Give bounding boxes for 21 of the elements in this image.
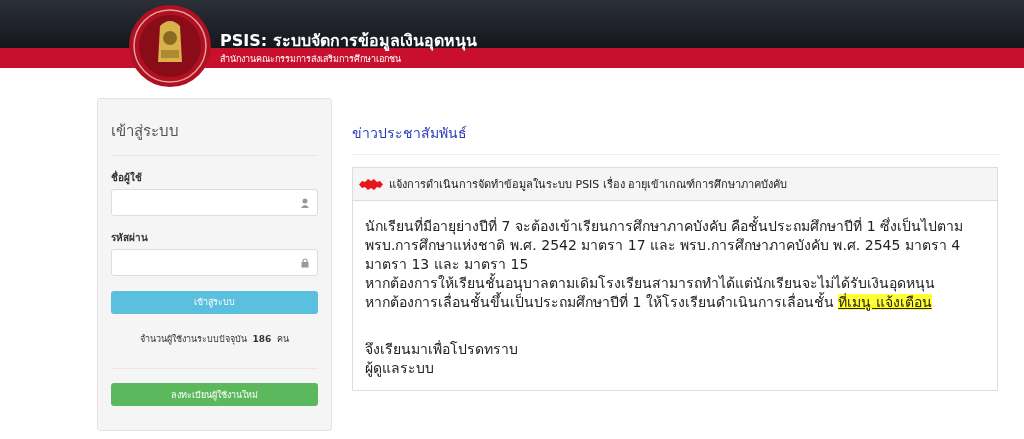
notice-paragraph: หากต้องการให้เรียนชั้นอนุบาลตามเดิมโรงเรียนสามารถทำได้แต่นักเรียนจะไม่ได้รับเงินอุดหนุน	[365, 274, 936, 292]
username-field[interactable]	[111, 189, 318, 216]
register-button[interactable]: ลงทะเบียนผู้ใช้งานใหม่	[111, 383, 318, 406]
closing-line: จึงเรียนมาเพื่อโปรดทราบ	[365, 340, 519, 359]
field-label: รหัสผ่าน	[111, 231, 149, 245]
app-title: PSIS: ระบบจัดการข้อมูลเงินอุดหนุน	[220, 30, 477, 53]
notice-title: แจ้งการดำเนินการจัดทำข้อมูลในระบบ PSIS เรื่อง อายุเข้าเกณฑ์การศึกษาภาคบังคับ	[389, 175, 788, 193]
agency-subtitle: สำนักงานคณะกรรมการส่งเสริมการศึกษาเอกชน	[220, 53, 401, 66]
notice-paragraph: นักเรียนที่มีอายุย่างปีที่ 7 จะต้องเข้าเรียนการศึกษาภาคบังคับ คือชั้นประถมศึกษาปีที่ 1 ซึ่งเป็นไปตาม พรบ.การศึกษาแห่งชาติ พ.ศ. 2542 มาตรา 17 และ พรบ.การศึกษาภาคบังคับ พ.ศ. 2545 มาตรา 4 มาตรา 13 และ มาตรา 15	[365, 217, 965, 273]
notice-paragraph: หากต้องการเลื่อนชั้นขึ้นเป็นประถมศึกษาปีที่ 1 ให้โรงเรียนดำเนินการเลื่อนชั้น ที่เมนู แจ้งเตือน	[365, 293, 933, 312]
password-field[interactable]	[111, 249, 318, 276]
news-heading: ข่าวประชาสัมพันธ์	[352, 122, 1000, 155]
closing-line: ผู้ดูแลระบบ	[365, 359, 435, 378]
login-button[interactable]: เข้าสู่ระบบ	[111, 290, 318, 314]
lock-icon	[301, 257, 309, 268]
menu-link[interactable]: ที่เมนู แจ้งเตือน	[838, 294, 932, 310]
user-icon	[301, 197, 309, 208]
login-title: เข้าสู่ระบบ	[111, 119, 318, 156]
user-count-text: จำนวนผู้ใช้งานระบบปัจจุบัน 186 คน	[111, 313, 318, 369]
new-badge-icon	[359, 178, 383, 190]
field-label: ชื่อผู้ใช้	[111, 170, 143, 185]
